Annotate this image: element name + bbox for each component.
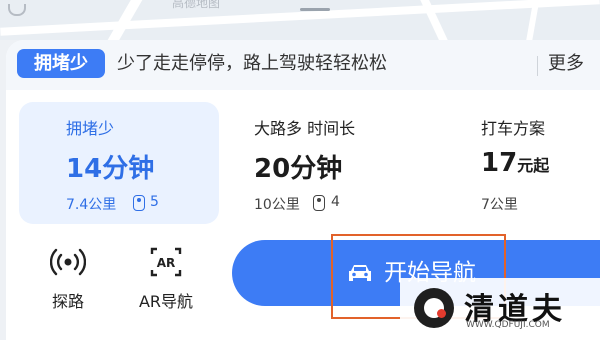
explore-road-button[interactable]: 探路	[40, 244, 96, 312]
radar-icon	[49, 248, 87, 276]
svg-text:AR: AR	[157, 256, 176, 270]
map-marker-icon	[8, 4, 26, 16]
brand-url: WWW.QDFUJI.COM	[466, 320, 550, 330]
traffic-light-icon	[313, 195, 325, 211]
route-option-distance: 10公里	[254, 197, 300, 213]
more-button[interactable]: 更多	[548, 50, 584, 78]
traffic-light-count: 5	[150, 194, 159, 210]
ar-navigation-label: AR导航	[138, 292, 194, 311]
route-tip-text: 少了走走停停，路上驾驶轻轻松松	[117, 53, 387, 74]
map-road	[0, 0, 600, 36]
explore-road-label: 探路	[51, 292, 84, 311]
route-tag-badge: 拥堵少	[17, 49, 105, 78]
ar-navigation-button[interactable]: AR AR导航	[130, 244, 202, 312]
route-option-time: 14分钟	[66, 154, 155, 184]
route-option-label: 打车方案	[481, 119, 546, 138]
brand-logo-dot	[437, 309, 446, 318]
taxi-price: 17元起	[481, 148, 550, 178]
route-option-distance: 7公里	[481, 197, 518, 213]
traffic-light-count: 4	[331, 194, 340, 210]
divider	[537, 56, 538, 76]
map-watermark: 高德地图	[172, 0, 221, 10]
route-option-label: 大路多 时间长	[254, 119, 356, 138]
brand-logo-icon	[414, 288, 454, 328]
drag-handle[interactable]	[300, 8, 330, 11]
route-option-label: 拥堵少	[66, 119, 115, 138]
traffic-light-icon	[133, 195, 145, 211]
route-option-time: 20分钟	[254, 154, 343, 184]
route-option-distance: 7.4公里	[66, 197, 117, 213]
map-view[interactable]: 高德地图	[0, 0, 600, 40]
ar-icon: AR	[150, 247, 182, 277]
